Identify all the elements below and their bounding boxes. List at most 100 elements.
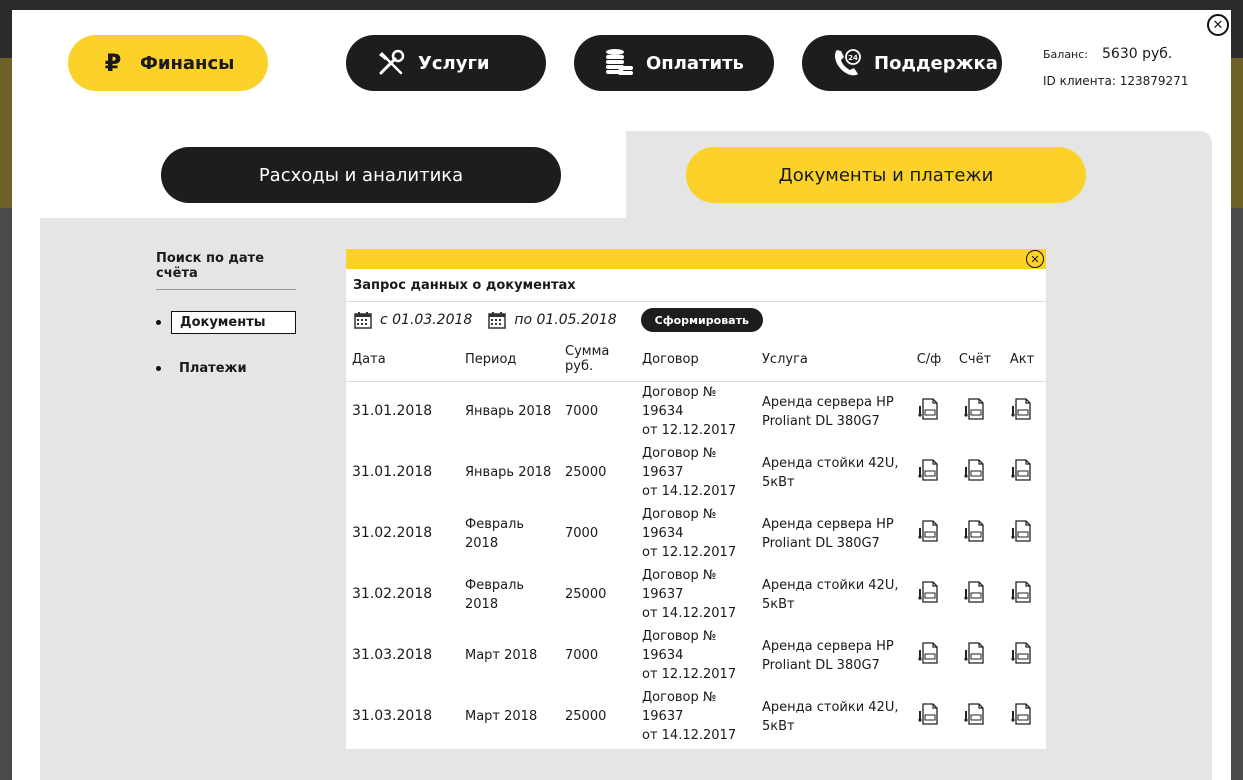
row-contract-number: Договор № 19637 [642,446,717,480]
row-contract: Договор № 19634 от 12.12.2017 [636,503,756,564]
row-contract-date: от 14.12.2017 [642,728,737,743]
row-date: 31.03.2018 [352,647,433,663]
row-contract-number: Договор № 19634 [642,385,717,420]
date-filter: Поиск по дате счёта Документы Платежи [156,251,296,402]
row-period: Март 2018 [465,709,538,724]
row-service: Аренда стойки 42U, 5кВт [762,455,899,490]
pdf-download-icon[interactable] [918,702,940,726]
filter-list: Документы Платежи [156,310,296,380]
tools-icon [374,46,408,80]
row-service: Аренда сервера HP Proliant DL 380G7 [762,516,894,551]
row-date: 31.02.2018 [352,525,433,541]
filter-item-documents[interactable]: Документы [156,310,296,334]
table-row: 31.01.2018 Январь 2018 25000 Договор № 1… [346,442,1046,503]
col-period: Период [459,338,559,382]
nav-support-button[interactable]: 24 Поддержка [802,35,1002,91]
phone-24-icon: 24 [830,46,864,80]
pdf-download-icon[interactable] [964,580,986,604]
row-contract-number: Договор № 19637 [642,690,717,724]
pdf-download-icon[interactable] [1011,458,1033,482]
row-sum: 7000 [565,648,599,663]
col-invoice: Счёт [952,338,998,382]
col-date: Дата [346,338,459,382]
row-contract-date: от 12.12.2017 [642,545,737,560]
tab-documents-payments[interactable]: Документы и платежи [686,147,1086,203]
modal-close-icon[interactable]: ✕ [1207,14,1229,36]
row-date: 31.03.2018 [352,708,433,724]
pdf-download-icon[interactable] [918,458,940,482]
documents-header-bar: ✕ [346,249,1046,269]
pdf-download-icon[interactable] [918,397,940,421]
row-period: Февраль 2018 [465,577,525,612]
pdf-download-icon[interactable] [964,641,986,665]
row-sum: 25000 [565,587,607,602]
nav-support-label: Поддержка [874,52,998,74]
bullet [156,365,161,371]
col-act: Акт [998,338,1046,382]
row-service: Аренда стойки 42U, 5кВт [762,577,899,612]
row-service: Аренда сервера HP Proliant DL 380G7 [762,638,894,673]
documents-request-box: ✕ Запрос данных о документах с 01.03.201… [346,249,1046,749]
pdf-download-icon[interactable] [964,397,986,421]
ruble-icon: ₽ [104,49,122,77]
table-row: 31.03.2018 Март 2018 25000 Договор № 196… [346,686,1046,747]
nav-pay-button[interactable]: Оплатить [574,35,774,91]
row-contract-number: Договор № 19634 [642,507,717,541]
pdf-download-icon[interactable] [964,702,986,726]
table-row: 31.03.2018 Март 2018 7000 Договор № 1963… [346,625,1046,686]
date-to[interactable]: по 01.05.2018 [514,312,616,328]
balance-label: Баланс: [1043,48,1089,61]
row-period: Март 2018 [465,648,538,663]
date-from[interactable]: с 01.03.2018 [380,312,472,328]
row-sum: 7000 [565,404,599,420]
row-contract-date: от 12.12.2017 [642,667,737,682]
date-range-row: с 01.03.2018 по 01.05.2018 Сформировать [346,302,1046,338]
finance-modal: ✕ ₽ Финансы Услуги Оплатить 24 Поддержка… [12,10,1231,780]
client-id: ID клиента: 123879271 [1043,74,1189,88]
pdf-download-icon[interactable] [964,519,986,543]
calendar-icon[interactable] [488,311,507,329]
row-date: 31.02.2018 [352,586,433,602]
row-sum: 25000 [565,709,607,724]
filter-item-label: Документы [171,310,296,334]
documents-close-icon[interactable]: ✕ [1026,250,1044,268]
nav-services-button[interactable]: Услуги [346,35,546,91]
col-contract: Договор [636,338,756,382]
row-contract: Договор № 19637 от 14.12.2017 [636,564,756,625]
nav-finance-button[interactable]: ₽ Финансы [68,35,268,91]
pdf-download-icon[interactable] [918,519,940,543]
pdf-download-icon[interactable] [1011,641,1033,665]
generate-button[interactable]: Сформировать [640,308,763,332]
table-row: 31.01.2018 Январь 2018 7000 Договор № 19… [346,381,1046,442]
row-contract: Договор № 19637 от 14.12.2017 [636,442,756,503]
table-header-row: Дата Период Сумма руб. Договор Услуга С/… [346,338,1046,382]
bullet [156,319,161,325]
col-invoice-factura: С/ф [906,338,952,382]
row-period: Январь 2018 [465,465,552,480]
col-service: Услуга [756,338,906,382]
row-date: 31.01.2018 [352,464,433,480]
pdf-download-icon[interactable] [1011,519,1033,543]
pdf-download-icon[interactable] [1011,397,1033,421]
calendar-icon[interactable] [354,311,372,329]
row-sum: 25000 [565,465,607,480]
coins-icon [602,46,636,80]
tab-expenses-analytics[interactable]: Расходы и аналитика [161,147,561,203]
filter-item-payments[interactable]: Платежи [156,356,296,380]
pdf-download-icon[interactable] [918,580,940,604]
row-contract-date: от 12.12.2017 [642,423,737,439]
pdf-download-icon[interactable] [918,641,940,665]
row-contract: Договор № 19634 от 12.12.2017 [636,625,756,686]
filter-title: Поиск по дате счёта [156,251,296,290]
main-panel: Расходы и аналитика Документы и платежи … [40,131,1212,780]
svg-text:24: 24 [848,54,858,62]
row-contract: Договор № 19637 от 14.12.2017 [636,686,756,747]
pdf-download-icon[interactable] [1011,702,1033,726]
table-row: 31.02.2018 Февраль 2018 25000 Договор № … [346,564,1046,625]
pdf-download-icon[interactable] [964,458,986,482]
balance-value: 5630 руб. [1102,46,1173,62]
nav-finance-label: Финансы [140,52,235,74]
row-service: Аренда сервера HP Proliant DL 380G7 [762,394,894,429]
pdf-download-icon[interactable] [1011,580,1033,604]
row-period: Январь 2018 [465,404,552,420]
